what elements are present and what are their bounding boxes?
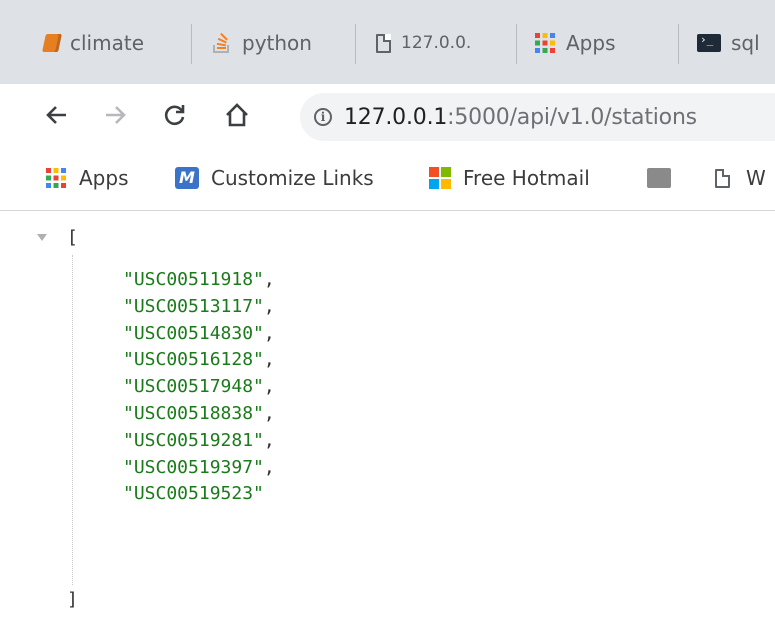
station-id: "USC00511918" xyxy=(123,269,264,290)
list-item: "USC00519523" xyxy=(123,481,275,508)
tab-sql[interactable]: sql xyxy=(697,28,760,58)
collapse-toggle-icon[interactable] xyxy=(37,234,47,241)
list-item: "USC00518838", xyxy=(123,402,275,424)
reload-icon xyxy=(164,105,185,126)
tab-climate[interactable]: climate xyxy=(42,28,144,58)
url-text: 127.0.0.1:5000/api/v1.0/stations xyxy=(344,105,697,130)
file-icon xyxy=(376,33,391,53)
bookmark-label: Customize Links xyxy=(211,166,374,190)
list-item: "USC00514830", xyxy=(123,322,275,344)
close-bracket: ] xyxy=(67,589,78,610)
tab-separator xyxy=(191,24,192,64)
m-logo-icon: M xyxy=(175,167,199,189)
back-arrow-icon xyxy=(46,106,66,124)
tab-strip: climate python 127.0.0. Apps ›_ sql xyxy=(0,0,775,84)
list-item: "USC00519281", xyxy=(123,429,275,451)
tab-label: python xyxy=(242,31,312,55)
site-info-icon[interactable]: i xyxy=(314,108,332,126)
book-icon xyxy=(42,34,62,52)
home-icon xyxy=(226,103,248,127)
station-id: "USC00517948" xyxy=(123,376,264,398)
station-id: "USC00514830" xyxy=(123,322,264,344)
bookmark-label: W xyxy=(746,166,766,190)
terminal-icon xyxy=(697,33,721,52)
tab-separator xyxy=(678,24,679,64)
tab-apps[interactable]: Apps xyxy=(534,28,616,58)
tab-python[interactable]: python xyxy=(212,28,312,58)
tab-localhost[interactable]: 127.0.0. xyxy=(376,28,471,58)
tab-label: 127.0.0. xyxy=(401,33,472,53)
json-viewer: [ "USC00511918", "USC00513117", "USC0051… xyxy=(0,211,775,626)
list-item: "USC00517948", xyxy=(123,376,275,398)
tab-label: Apps xyxy=(566,31,616,55)
tab-separator xyxy=(516,24,517,64)
bookmarks-bar: Apps M Customize Links Free Hotmail W xyxy=(0,148,775,211)
browser-toolbar: i 127.0.0.1:5000/api/v1.0/stations xyxy=(0,84,775,148)
list-item: "USC00511918", xyxy=(123,269,275,290)
station-id: "USC00518838" xyxy=(123,402,264,424)
list-item: "USC00519397", xyxy=(123,456,275,478)
tab-separator xyxy=(355,24,356,64)
bookmark-w[interactable]: W xyxy=(715,163,766,193)
url-host: 127.0.0.1 xyxy=(344,104,448,130)
reload-button[interactable] xyxy=(160,100,190,130)
apps-grid-icon xyxy=(534,32,556,54)
microsoft-logo-icon xyxy=(429,167,451,189)
tab-label: sql xyxy=(731,31,760,55)
bookmark-customize-links[interactable]: M Customize Links xyxy=(175,163,374,193)
station-id: "USC00513117" xyxy=(123,295,264,317)
open-bracket: [ xyxy=(67,227,78,248)
station-id: "USC00519523" xyxy=(123,483,264,505)
stackoverflow-icon xyxy=(212,32,232,54)
forward-arrow-icon xyxy=(106,106,126,124)
station-list: "USC00511918", "USC00513117", "USC005148… xyxy=(123,267,275,508)
address-bar[interactable]: i 127.0.0.1:5000/api/v1.0/stations xyxy=(300,93,775,141)
station-id: "USC00516128" xyxy=(123,349,264,371)
list-item: "USC00513117", xyxy=(123,295,275,317)
bookmark-label: Free Hotmail xyxy=(463,166,590,190)
bookmark-label: Apps xyxy=(79,166,129,190)
tab-label: climate xyxy=(70,31,144,55)
apps-grid-icon xyxy=(45,167,67,189)
bookmark-image[interactable] xyxy=(647,163,671,193)
url-path: :5000/api/v1.0/stations xyxy=(447,104,697,130)
station-id: "USC00519281" xyxy=(123,429,264,451)
file-icon xyxy=(715,168,730,188)
back-button[interactable] xyxy=(42,100,72,130)
indent-guide xyxy=(72,255,73,585)
station-id: "USC00519397" xyxy=(123,456,264,478)
bookmark-free-hotmail[interactable]: Free Hotmail xyxy=(429,163,590,193)
home-button[interactable] xyxy=(222,100,252,130)
bookmark-apps[interactable]: Apps xyxy=(45,163,129,193)
list-item: "USC00516128", xyxy=(123,349,275,371)
image-icon xyxy=(647,168,671,188)
forward-button[interactable] xyxy=(100,100,130,130)
